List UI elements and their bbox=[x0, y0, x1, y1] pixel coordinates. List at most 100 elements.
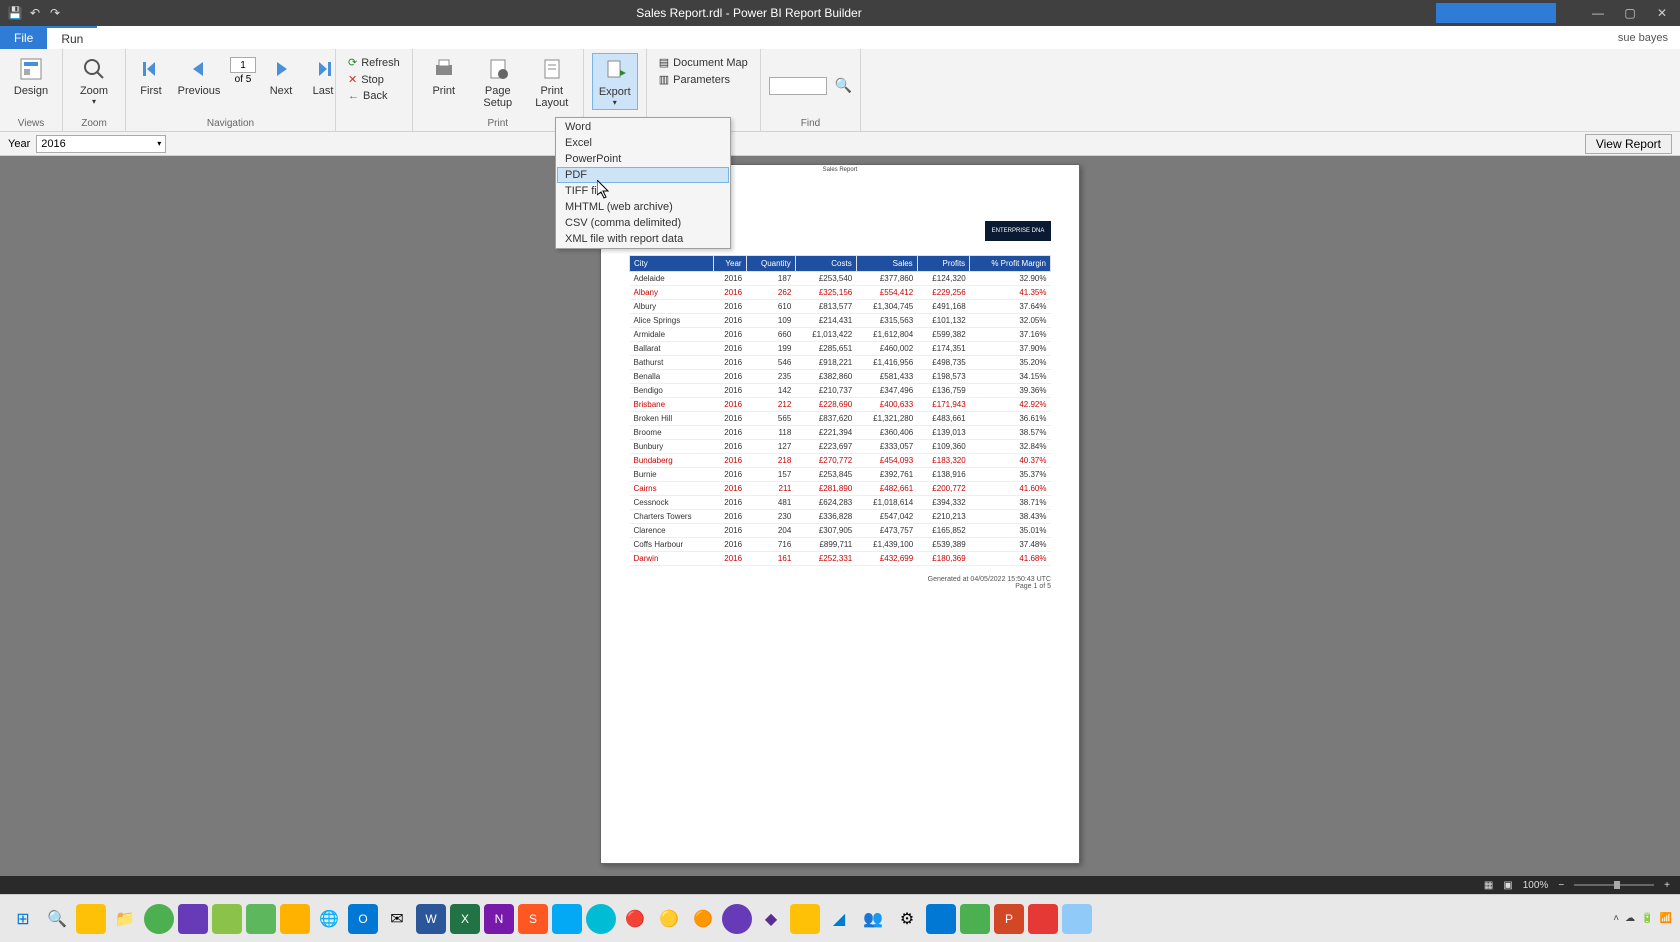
last-page-button[interactable]: Last bbox=[306, 53, 340, 99]
export-item-powerpoint[interactable]: PowerPoint bbox=[557, 151, 729, 167]
taskbar-app-3[interactable] bbox=[178, 904, 208, 934]
export-item-csv-comma-delimited-[interactable]: CSV (comma delimited) bbox=[557, 215, 729, 231]
table-row: Alice Springs2016109£214,431£315,563£101… bbox=[630, 314, 1051, 328]
taskbar-app-8[interactable] bbox=[586, 904, 616, 934]
taskbar-app-10[interactable] bbox=[722, 904, 752, 934]
export-button[interactable]: Export ▾ bbox=[592, 53, 638, 110]
export-item-excel[interactable]: Excel bbox=[557, 135, 729, 151]
outlook-icon[interactable]: O bbox=[348, 904, 378, 934]
close-button[interactable]: ✕ bbox=[1652, 5, 1672, 21]
print-button[interactable]: Print bbox=[421, 53, 467, 99]
back-button[interactable]: ←Back bbox=[344, 89, 404, 103]
page-setup-button[interactable]: Page Setup bbox=[475, 53, 521, 111]
vscode-icon[interactable]: ◢ bbox=[824, 904, 854, 934]
page-input[interactable] bbox=[230, 57, 256, 73]
table-row: Broome2016118£221,394£360,406£139,01338.… bbox=[630, 426, 1051, 440]
table-row: Albany2016262£325,156£554,412£229,25641.… bbox=[630, 286, 1051, 300]
taskbar-app-1[interactable] bbox=[76, 904, 106, 934]
stop-button[interactable]: ✕Stop bbox=[344, 72, 404, 87]
next-icon bbox=[267, 55, 295, 83]
previous-page-button[interactable]: Previous bbox=[176, 53, 222, 99]
col-header: Year bbox=[713, 256, 746, 272]
group-nav-label: Navigation bbox=[134, 118, 327, 131]
last-icon bbox=[309, 55, 337, 83]
page-of-label: of 5 bbox=[235, 74, 252, 85]
export-item-tiff-file[interactable]: TIFF file bbox=[557, 183, 729, 199]
tray-wifi-icon[interactable]: 📶 bbox=[1660, 913, 1672, 924]
window-title: Sales Report.rdl - Power BI Report Build… bbox=[62, 6, 1436, 20]
taskbar-app-5[interactable] bbox=[246, 904, 276, 934]
col-header: % Profit Margin bbox=[970, 256, 1051, 272]
chrome-icon-2[interactable]: 🟡 bbox=[654, 904, 684, 934]
taskbar-app-13[interactable] bbox=[1028, 904, 1058, 934]
minimize-button[interactable]: — bbox=[1588, 5, 1608, 21]
tab-file[interactable]: File bbox=[0, 26, 47, 49]
zoom-in-button[interactable]: + bbox=[1664, 880, 1670, 891]
redo-icon[interactable]: ↷ bbox=[48, 6, 62, 20]
find-input[interactable] bbox=[769, 77, 827, 95]
excel-icon[interactable]: X bbox=[450, 904, 480, 934]
calendar-icon[interactable] bbox=[926, 904, 956, 934]
tab-strip: File Run sue bayes bbox=[0, 26, 1680, 49]
table-row: Cairns2016211£281,890£482,661£200,77241.… bbox=[630, 482, 1051, 496]
back-icon: ← bbox=[348, 90, 359, 102]
print-layout-button[interactable]: Print Layout bbox=[529, 53, 575, 111]
chrome-icon[interactable]: 🔴 bbox=[620, 904, 650, 934]
export-item-mhtml-web-archive-[interactable]: MHTML (web archive) bbox=[557, 199, 729, 215]
user-label: sue bayes bbox=[1618, 26, 1680, 49]
parameters-button[interactable]: ▥Parameters bbox=[655, 72, 752, 87]
mail-icon[interactable]: ✉ bbox=[382, 904, 412, 934]
table-row: Bathurst2016546£918,221£1,416,956£498,73… bbox=[630, 356, 1051, 370]
page-of-footer: Page 1 of 5 bbox=[629, 583, 1051, 590]
zoom-button[interactable]: Zoom ▾ bbox=[71, 53, 117, 108]
first-page-button[interactable]: First bbox=[134, 53, 168, 99]
save-icon[interactable]: 💾 bbox=[8, 6, 22, 20]
maximize-button[interactable]: ▢ bbox=[1620, 5, 1640, 21]
edge-icon[interactable]: 🌐 bbox=[314, 904, 344, 934]
visual-studio-icon[interactable]: ◆ bbox=[756, 904, 786, 934]
export-icon bbox=[601, 56, 629, 84]
taskbar-app-s[interactable]: S bbox=[518, 904, 548, 934]
undo-icon[interactable]: ↶ bbox=[28, 6, 42, 20]
export-item-pdf[interactable]: PDF bbox=[557, 167, 729, 183]
status-bar: ▦ ▣ 100% − + bbox=[0, 876, 1680, 894]
next-page-button[interactable]: Next bbox=[264, 53, 298, 99]
onenote-icon[interactable]: N bbox=[484, 904, 514, 934]
tray-cloud-icon[interactable]: ☁ bbox=[1625, 913, 1635, 924]
refresh-button[interactable]: ⟳Refresh bbox=[344, 55, 404, 70]
zoom-slider[interactable] bbox=[1574, 884, 1654, 886]
table-row: Ballarat2016199£285,651£460,002£174,3513… bbox=[630, 342, 1051, 356]
taskbar-app-11[interactable] bbox=[790, 904, 820, 934]
taskbar-app-12[interactable] bbox=[960, 904, 990, 934]
powerpoint-icon[interactable]: P bbox=[994, 904, 1024, 934]
report-table: CityYearQuantityCostsSalesProfits% Profi… bbox=[629, 255, 1051, 566]
document-map-button[interactable]: ▤Document Map bbox=[655, 55, 752, 70]
word-icon[interactable]: W bbox=[416, 904, 446, 934]
account-banner[interactable] bbox=[1436, 3, 1556, 23]
params-icon: ▥ bbox=[659, 73, 669, 86]
design-button[interactable]: Design bbox=[8, 53, 54, 99]
settings-icon[interactable]: ⚙ bbox=[892, 904, 922, 934]
tray-battery-icon[interactable]: 🔋 bbox=[1641, 913, 1653, 924]
view-mode-icon[interactable]: ▦ bbox=[1484, 880, 1493, 891]
taskbar-app-7[interactable] bbox=[552, 904, 582, 934]
start-button[interactable]: ⊞ bbox=[8, 904, 38, 934]
tab-run[interactable]: Run bbox=[47, 26, 97, 49]
find-icon[interactable]: 🔍 bbox=[835, 77, 852, 94]
tray-chevron-icon[interactable]: ˄ bbox=[1613, 913, 1619, 924]
teams-icon[interactable]: 👥 bbox=[858, 904, 888, 934]
search-icon[interactable]: 🔍 bbox=[42, 904, 72, 934]
taskbar-app-9[interactable]: 🟠 bbox=[688, 904, 718, 934]
export-item-xml-file-with-report-data[interactable]: XML file with report data bbox=[557, 231, 729, 247]
zoom-out-button[interactable]: − bbox=[1558, 880, 1564, 891]
taskbar-app-4[interactable] bbox=[212, 904, 242, 934]
taskbar-app-2[interactable] bbox=[144, 904, 174, 934]
taskbar-app-6[interactable] bbox=[280, 904, 310, 934]
view-report-button[interactable]: View Report bbox=[1585, 134, 1672, 154]
param-year-select[interactable]: 2016 ▾ bbox=[36, 135, 166, 153]
notepad-icon[interactable] bbox=[1062, 904, 1092, 934]
layout-mode-icon[interactable]: ▣ bbox=[1503, 880, 1512, 891]
table-row: Clarence2016204£307,905£473,757£165,8523… bbox=[630, 524, 1051, 538]
file-explorer-icon[interactable]: 📁 bbox=[110, 904, 140, 934]
export-item-word[interactable]: Word bbox=[557, 119, 729, 135]
